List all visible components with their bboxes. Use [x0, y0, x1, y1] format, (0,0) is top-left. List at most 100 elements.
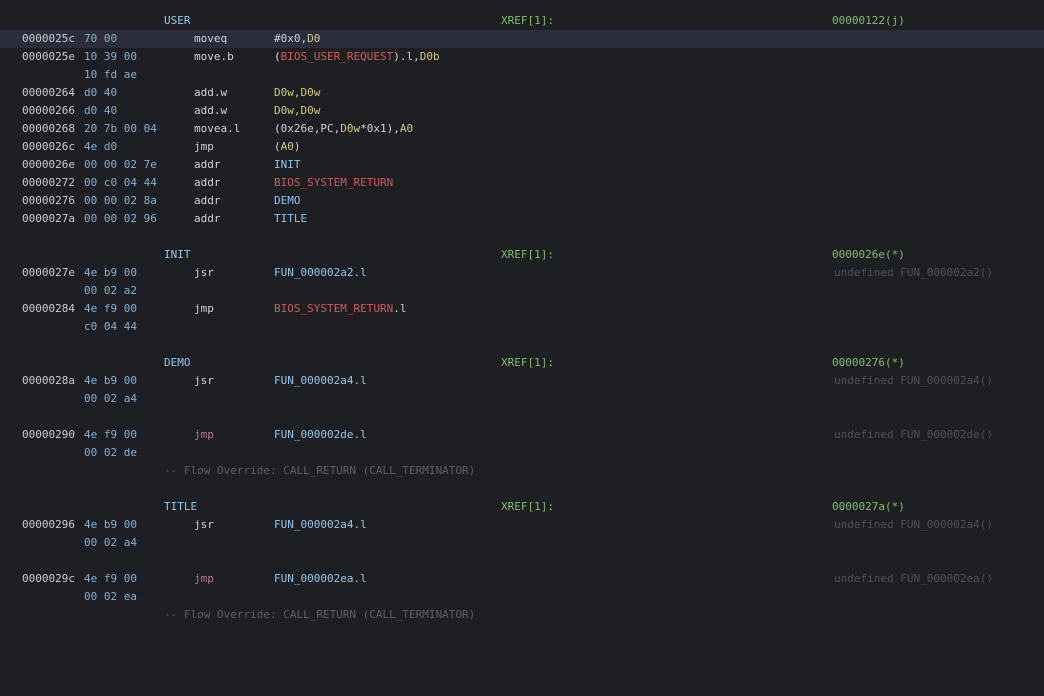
code-row[interactable]: 0000027a 00 00 02 96 addr TITLE	[0, 210, 1044, 228]
code-row-continuation: 00 02 de	[0, 444, 1044, 462]
xref-address[interactable]: 00000122(j)	[832, 12, 905, 30]
instruction-bytes: d0 40	[84, 86, 118, 99]
instruction-bytes: 4e f9 00	[84, 572, 137, 585]
instruction-operands: D0w,D0w	[274, 102, 320, 120]
code-row[interactable]: 0000027e 4e b9 00 jsr FUN_000002a2.l und…	[0, 264, 1044, 282]
operand-token[interactable]: BIOS_SYSTEM_RETURN	[274, 176, 393, 189]
code-row[interactable]: 00000266 d0 40 add.w D0w,D0w	[0, 102, 1044, 120]
instruction-bytes: 00 02 a4	[84, 536, 137, 549]
label-row-init[interactable]: INIT XREF[1]: 0000026e(*)	[0, 246, 1044, 264]
label-title[interactable]: TITLE	[164, 498, 197, 516]
instruction-bytes: 4e f9 00	[84, 302, 137, 315]
code-row[interactable]: 00000284 4e f9 00 jmp BIOS_SYSTEM_RETURN…	[0, 300, 1044, 318]
operand-token[interactable]: DEMO	[274, 194, 301, 207]
operand-token[interactable]: FUN_000002a4.l	[274, 518, 367, 531]
operand-token: D0w,D0w	[274, 104, 321, 117]
instruction-address: 00000276	[22, 194, 75, 207]
code-row[interactable]: 0000029c 4e f9 00 jmp FUN_000002ea.l und…	[0, 570, 1044, 588]
xref-address[interactable]: 0000027a(*)	[832, 498, 905, 516]
code-row[interactable]: 00000268 20 7b 00 04 movea.l (0x26e,PC,D…	[0, 120, 1044, 138]
instruction-operands: (0x26e,PC,D0w*0x1),A0	[274, 120, 413, 138]
label-user[interactable]: USER	[164, 12, 191, 30]
operand-token[interactable]: FUN_000002a2.l	[274, 266, 367, 279]
instruction-mnemonic: addr	[194, 212, 221, 225]
instruction-bytes: 4e b9 00	[84, 266, 137, 279]
blank-row	[0, 480, 1044, 498]
code-row-continuation: 00 02 a2	[0, 282, 1044, 300]
instruction-operands[interactable]: BIOS_SYSTEM_RETURN	[274, 174, 393, 192]
code-row[interactable]: 00000290 4e f9 00 jmp FUN_000002de.l und…	[0, 426, 1044, 444]
instruction-bytes: 00 02 ea	[84, 590, 137, 603]
blank-row	[0, 552, 1044, 570]
instruction-operands[interactable]: FUN_000002a2.l	[274, 264, 367, 282]
instruction-bytes: 00 00 02 8a	[84, 194, 157, 207]
operand-token[interactable]: TITLE	[274, 212, 307, 225]
instruction-operands[interactable]: INIT	[274, 156, 301, 174]
label-row-title[interactable]: TITLE XREF[1]: 0000027a(*)	[0, 498, 1044, 516]
label-init[interactable]: INIT	[164, 246, 191, 264]
function-signature: undefined FUN_000002a4()	[834, 374, 993, 387]
code-row[interactable]: 0000026c 4e d0 jmp (A0)	[0, 138, 1044, 156]
instruction-mnemonic: add.w	[194, 104, 228, 117]
instruction-address: 00000296	[22, 518, 75, 531]
instruction-operands[interactable]: TITLE	[274, 210, 307, 228]
instruction-operands[interactable]: (BIOS_USER_REQUEST).l,D0b	[274, 48, 440, 66]
code-row-continuation: 10 fd ae	[0, 66, 1044, 84]
operand-token[interactable]: BIOS_USER_REQUEST	[281, 50, 394, 63]
instruction-operands[interactable]: FUN_000002ea.l	[274, 570, 367, 588]
xref-header: XREF[1]:	[501, 14, 554, 27]
operand-token: #0x0,	[274, 32, 308, 45]
code-row[interactable]: 0000028a 4e b9 00 jsr FUN_000002a4.l und…	[0, 372, 1044, 390]
instruction-address: 0000027a	[22, 212, 75, 225]
label-row-user[interactable]: USER XREF[1]: 00000122(j)	[0, 12, 1044, 30]
function-signature: undefined FUN_000002a4()	[834, 518, 993, 531]
instruction-bytes: 00 c0 04 44	[84, 176, 157, 189]
operand-token: D0w,D0w	[274, 86, 321, 99]
xref-header: XREF[1]:	[501, 248, 554, 261]
blank-row	[0, 408, 1044, 426]
instruction-mnemonic: jmp	[194, 428, 214, 441]
instruction-operands[interactable]: DEMO	[274, 192, 301, 210]
flow-override-comment: -- Flow Override: CALL_RETURN (CALL_TERM…	[164, 608, 476, 621]
instruction-mnemonic: jmp	[194, 572, 214, 585]
instruction-operands[interactable]: FUN_000002a4.l	[274, 372, 367, 390]
instruction-operands[interactable]: FUN_000002de.l	[274, 426, 367, 444]
instruction-operands: (A0)	[274, 138, 301, 156]
instruction-mnemonic: jsr	[194, 518, 214, 531]
instruction-address: 0000025e	[22, 50, 75, 63]
label-row-demo[interactable]: DEMO XREF[1]: 00000276(*)	[0, 354, 1044, 372]
instruction-address: 00000284	[22, 302, 75, 315]
instruction-operands[interactable]: FUN_000002a4.l	[274, 516, 367, 534]
operand-token[interactable]: FUN_000002de.l	[274, 428, 367, 441]
instruction-mnemonic: addr	[194, 158, 221, 171]
instruction-mnemonic: jmp	[194, 302, 214, 315]
operand-token[interactable]: BIOS_SYSTEM_RETURN	[274, 302, 393, 315]
operand-token: A0	[399, 122, 414, 135]
code-row[interactable]: 00000264 d0 40 add.w D0w,D0w	[0, 84, 1044, 102]
label-demo[interactable]: DEMO	[164, 354, 191, 372]
instruction-mnemonic: movea.l	[194, 122, 241, 135]
operand-token: ).l,	[393, 50, 420, 63]
xref-address[interactable]: 0000026e(*)	[832, 246, 905, 264]
code-row[interactable]: 0000026e 00 00 02 7e addr INIT	[0, 156, 1044, 174]
instruction-address: 00000272	[22, 176, 75, 189]
code-row[interactable]: 0000025c 70 00 moveq #0x0,D0	[0, 30, 1044, 48]
instruction-bytes: 4e d0	[84, 140, 118, 153]
instruction-mnemonic: move.b	[194, 50, 234, 63]
code-listing[interactable]: USER XREF[1]: 00000122(j) 0000025c 70 00…	[0, 12, 1044, 624]
instruction-mnemonic: add.w	[194, 86, 228, 99]
instruction-bytes: 10 fd ae	[84, 68, 137, 81]
instruction-bytes: 00 00 02 96	[84, 212, 157, 225]
operand-token: (	[274, 140, 281, 153]
operand-token[interactable]: FUN_000002a4.l	[274, 374, 367, 387]
operand-token: (	[274, 50, 281, 63]
operand-token[interactable]: INIT	[274, 158, 301, 171]
instruction-operands[interactable]: BIOS_SYSTEM_RETURN.l	[274, 300, 406, 318]
instruction-address: 0000026c	[22, 140, 75, 153]
code-row[interactable]: 0000025e 10 39 00 move.b (BIOS_USER_REQU…	[0, 48, 1044, 66]
function-signature: undefined FUN_000002de()	[834, 428, 993, 441]
xref-address[interactable]: 00000276(*)	[832, 354, 905, 372]
code-row[interactable]: 00000276 00 00 02 8a addr DEMO	[0, 192, 1044, 210]
code-row[interactable]: 00000272 00 c0 04 44 addr BIOS_SYSTEM_RE…	[0, 174, 1044, 192]
code-row[interactable]: 00000296 4e b9 00 jsr FUN_000002a4.l und…	[0, 516, 1044, 534]
